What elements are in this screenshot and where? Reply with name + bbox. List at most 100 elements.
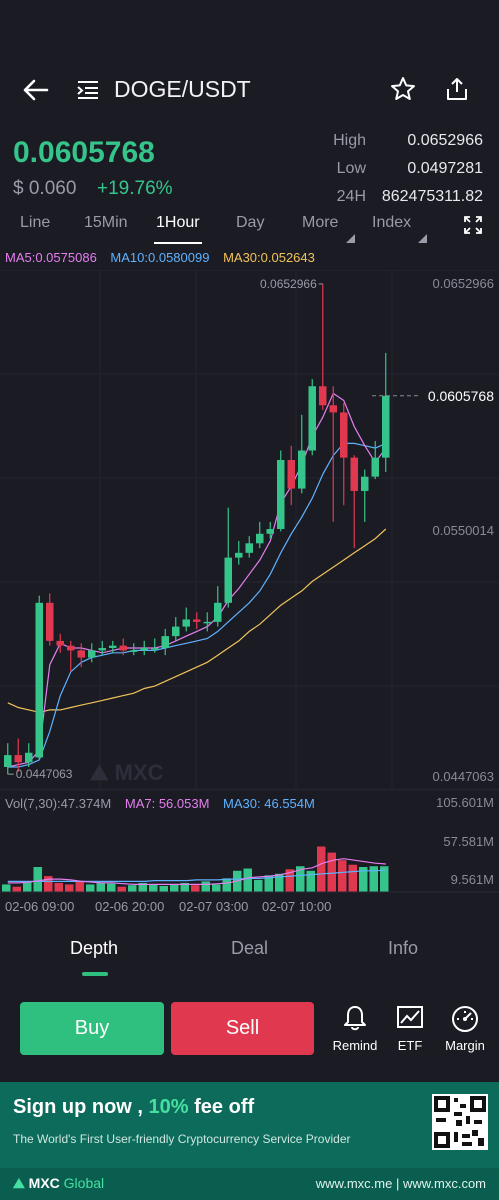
buy-button[interactable]: Buy [20,1002,164,1055]
candle-body [25,752,33,763]
volume-bar-21 [222,878,231,892]
candle-body [214,602,222,622]
margin-button[interactable]: Margin [435,1004,495,1053]
candle-34 [361,469,369,522]
candle-body [130,650,138,652]
candle-21 [224,507,232,608]
candle-body [235,552,243,558]
price-axis: 0.0652966 0.0550014 0.0447063 [433,276,494,784]
qr-code-icon [432,1094,488,1150]
promo-banner[interactable]: Sign up now , 10% fee off The World's Fi… [0,1082,499,1200]
candle-16 [172,617,180,641]
volume-bar-0 [2,884,11,892]
volume-bar-4 [44,876,53,892]
current-price-marker: 0.0605768 [372,388,494,404]
candle-25 [266,521,274,539]
candle-19 [203,612,211,632]
candle-29 [308,379,316,456]
banner-urls[interactable]: www.mxc.me | www.mxc.com [316,1176,486,1191]
logo-text: MXC [28,1175,60,1191]
candle-body [245,543,253,553]
ma5-line [7,392,387,768]
volume-bar-7 [75,881,84,892]
candle-body [340,412,348,458]
back-arrow-icon[interactable] [22,78,50,102]
tab-15min[interactable]: 15Min [84,214,128,232]
gauge-icon [452,1006,478,1032]
candle-body [256,533,264,544]
candle-body [35,602,43,758]
candle-body [109,645,117,649]
low-label: Low [336,160,366,177]
volume-bar-3 [33,867,42,892]
high-value: 0.0652966 [407,132,483,149]
time-label-1: 02-06 20:00 [95,899,164,914]
volume-bar-30 [317,846,326,892]
candle-20 [214,586,222,627]
candle-body [98,648,106,651]
candle-body [119,645,127,651]
trend-chart-icon [397,1006,423,1028]
price-change: +19.76% [97,178,173,199]
logo-text-global: Global [59,1175,105,1191]
etf-button[interactable]: ETF [380,1004,440,1053]
candle-24 [256,521,264,549]
candle-body [350,457,358,491]
tab-more[interactable]: More [302,214,338,232]
top-bar: DOGE/USDT [0,60,499,120]
candle-27 [287,445,295,506]
remind-button[interactable]: Remind [325,1004,385,1053]
menu-list-icon[interactable] [76,78,100,102]
volume-bar-32 [338,860,347,892]
logo-mark-icon: ⛰ [13,1175,29,1191]
candle-body [203,621,211,624]
candlestick-chart[interactable]: ⛰ MXC 0.0652966 0.0550014 0.0447063 0.06… [0,270,499,790]
candle-body [287,460,295,489]
tab-deal[interactable]: Deal [231,938,268,959]
candle-body [308,386,316,451]
tab-info[interactable]: Info [388,938,418,959]
candle-32 [340,402,348,506]
tab-line[interactable]: Line [20,214,50,232]
candles [4,283,390,775]
candle-18 [193,612,201,629]
volume-axis-label-mid: 57.581M [443,834,494,849]
active-tab-underline [154,242,202,244]
volume-bar-10 [107,883,116,892]
interval-tabs: Line 15Min 1Hour Day More Index [0,212,499,246]
tab-depth[interactable]: Depth [70,938,118,959]
volume-bar-6 [65,884,74,892]
pair-title[interactable]: DOGE/USDT [114,76,251,103]
max-price-label: 0.0652966 [260,277,317,291]
volume-bar-19 [201,881,210,892]
candle-8 [88,643,96,663]
share-icon[interactable] [444,76,470,102]
volume-bar-8 [86,884,95,892]
tab-day[interactable]: Day [236,214,264,232]
banner-headline: Sign up now , 10% fee off [13,1096,254,1119]
remind-label: Remind [332,1038,378,1053]
banner-headline-c: fee off [188,1096,255,1118]
candle-body [151,648,159,650]
price-axis-label-mid: 0.0550014 [433,523,494,538]
min-price-label: 0.0447063 [16,767,73,781]
min-price-marker: 0.0447063 [7,767,73,781]
candle-body [371,457,379,477]
tab-1hour[interactable]: 1Hour [156,214,200,232]
candle-body [329,405,337,413]
candle-22 [235,540,243,565]
tab-index[interactable]: Index [372,214,411,232]
sell-button[interactable]: Sell [171,1002,314,1055]
candle-body [266,529,274,534]
volume-chart[interactable]: 105.601M 57.581M 9.561M 02-06 09:00 02-0… [0,790,499,920]
price-axis-label-top: 0.0652966 [433,276,494,291]
candle-body [14,755,22,763]
candle-13 [140,640,148,656]
volume-bar-9 [96,882,105,892]
depth-tab-indicator [82,972,108,976]
time-label-2: 02-07 03:00 [179,899,248,914]
volume-bar-1 [12,886,21,892]
fullscreen-icon[interactable] [464,216,482,234]
index-caret-icon [418,234,427,243]
star-icon[interactable] [390,76,416,102]
